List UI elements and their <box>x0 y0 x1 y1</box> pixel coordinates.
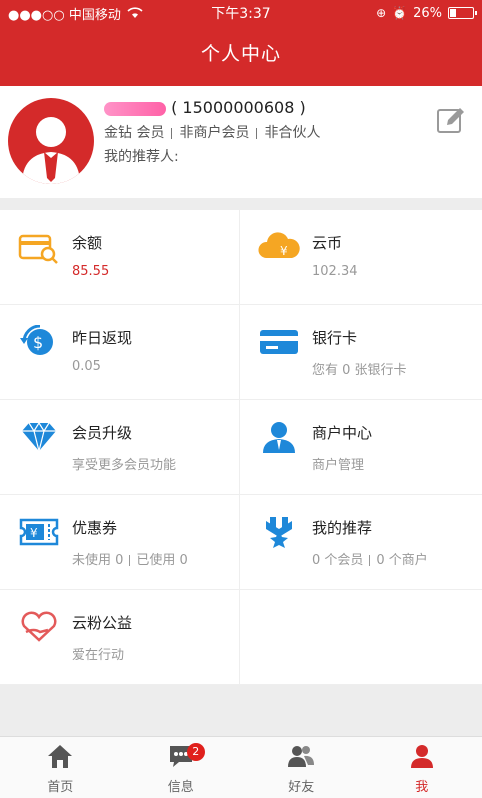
friends-icon <box>288 746 315 767</box>
tab-me-label: 我 <box>415 780 429 795</box>
coupon-unused: 未使用 0 <box>72 553 124 568</box>
tab-friends-label: 好友 <box>288 780 315 795</box>
heart-hand-icon <box>21 611 57 642</box>
status-bar: ●●●○○ 中国移动 下午3:37 ⊕ ⏰ 26% <box>0 0 482 26</box>
feature-grid: 余额 85.55 ¥ 云币 102.34 $ 昨日返现 0.05 银行卡 您有 … <box>0 210 482 685</box>
coupon-used: 已使用 0 <box>136 553 188 568</box>
lock-rotation-icon: ⊕ <box>376 6 387 20</box>
charity-cell[interactable]: 云粉公益 爱在行动 <box>0 590 240 685</box>
diamond-icon <box>22 421 56 452</box>
tab-home-label: 首页 <box>47 780 74 795</box>
coupon-icon: ¥ <box>19 518 59 546</box>
bank-card-title: 银行卡 <box>312 329 358 347</box>
status-time: 下午3:37 <box>211 6 271 22</box>
member-level: 金钻 会员 <box>104 125 165 141</box>
profile-tags: 金钻 会员 非商户会员 非合伙人 <box>104 122 320 142</box>
coupon-title: 优惠券 <box>72 519 118 537</box>
coupon-stats: 未使用 0 已使用 0 <box>72 549 188 568</box>
tab-friends[interactable]: 好友 <box>241 737 362 798</box>
coupon-cell[interactable]: ¥ 优惠券 未使用 0 已使用 0 <box>0 495 240 590</box>
tab-messages[interactable]: 2 信息 <box>121 737 242 798</box>
page-title: 个人中心 <box>200 43 281 65</box>
partner-status: 非合伙人 <box>264 125 321 141</box>
cloud-coin-icon: ¥ <box>258 232 300 258</box>
bank-card-count: 您有 0 张银行卡 <box>312 363 407 378</box>
svg-text:$: $ <box>33 333 43 352</box>
wallet-card-icon <box>18 234 58 264</box>
merchant-center-title: 商户中心 <box>312 424 373 442</box>
profile-name: ( 15000000608 ) <box>104 98 306 117</box>
message-badge: 2 <box>186 743 205 761</box>
empty-cell <box>240 590 482 685</box>
tab-messages-label: 信息 <box>167 780 194 795</box>
merchant-status: 非商户会员 <box>179 125 250 141</box>
bank-card-cell[interactable]: 银行卡 您有 0 张银行卡 <box>240 305 482 400</box>
edit-icon[interactable] <box>436 106 466 136</box>
svg-text:¥: ¥ <box>30 526 38 540</box>
carrier-label: ●●●○○ 中国移动 <box>8 7 121 23</box>
referral-merchants: 0 个商户 <box>376 553 428 568</box>
cloud-coin-value: 102.34 <box>312 264 358 279</box>
top-bar: ●●●○○ 中国移动 下午3:37 ⊕ ⏰ 26% 个人中心 <box>0 0 482 86</box>
merchant-center-cell[interactable]: 商户中心 商户管理 <box>240 400 482 495</box>
ribbon-medal-icon <box>266 517 292 548</box>
member-upgrade-desc: 享受更多会员功能 <box>72 458 177 473</box>
cashback-value: 0.05 <box>72 359 101 374</box>
balance-title: 余额 <box>72 234 103 252</box>
my-referrals-cell[interactable]: 我的推荐 0 个会员 0 个商户 <box>240 495 482 590</box>
member-upgrade-title: 会员升级 <box>72 424 133 442</box>
balance-cell[interactable]: 余额 85.55 <box>0 210 240 305</box>
battery-icon <box>447 7 477 19</box>
me-icon <box>410 745 433 768</box>
charity-title: 云粉公益 <box>72 614 133 632</box>
member-upgrade-cell[interactable]: 会员升级 享受更多会员功能 <box>0 400 240 495</box>
alarm-icon: ⏰ <box>392 6 408 20</box>
merchant-center-desc: 商户管理 <box>312 458 365 473</box>
tab-home[interactable]: 首页 <box>0 737 121 798</box>
battery-percent: 26% <box>413 5 442 21</box>
profile-card[interactable]: ( 15000000608 ) 金钻 会员 非商户会员 非合伙人 我的推荐人: <box>0 86 482 198</box>
profile-phone: ( 15000000608 ) <box>171 98 306 117</box>
cloud-coin-title: 云币 <box>312 234 343 252</box>
referrer-label: 我的推荐人: <box>104 149 179 165</box>
tab-me[interactable]: 我 <box>362 737 482 798</box>
merchant-user-icon <box>263 422 295 453</box>
cashback-cell[interactable]: $ 昨日返现 0.05 <box>0 305 240 400</box>
my-referrals-title: 我的推荐 <box>312 519 373 537</box>
cloud-coin-cell[interactable]: ¥ 云币 102.34 <box>240 210 482 305</box>
referral-members: 0 个会员 <box>312 553 364 568</box>
balance-value: 85.55 <box>72 264 110 279</box>
my-referrals-stats: 0 个会员 0 个商户 <box>312 549 428 568</box>
charity-desc: 爱在行动 <box>72 648 125 663</box>
avatar[interactable] <box>8 98 94 184</box>
home-icon <box>48 745 73 768</box>
nickname-redacted <box>104 101 166 116</box>
cashback-title: 昨日返现 <box>72 329 133 347</box>
wifi-icon <box>127 7 143 18</box>
svg-text:¥: ¥ <box>280 244 288 258</box>
tab-bar: 首页 2 信息 好友 我 <box>0 736 482 798</box>
cashback-icon: $ <box>20 325 53 355</box>
bank-card-icon <box>260 330 298 354</box>
